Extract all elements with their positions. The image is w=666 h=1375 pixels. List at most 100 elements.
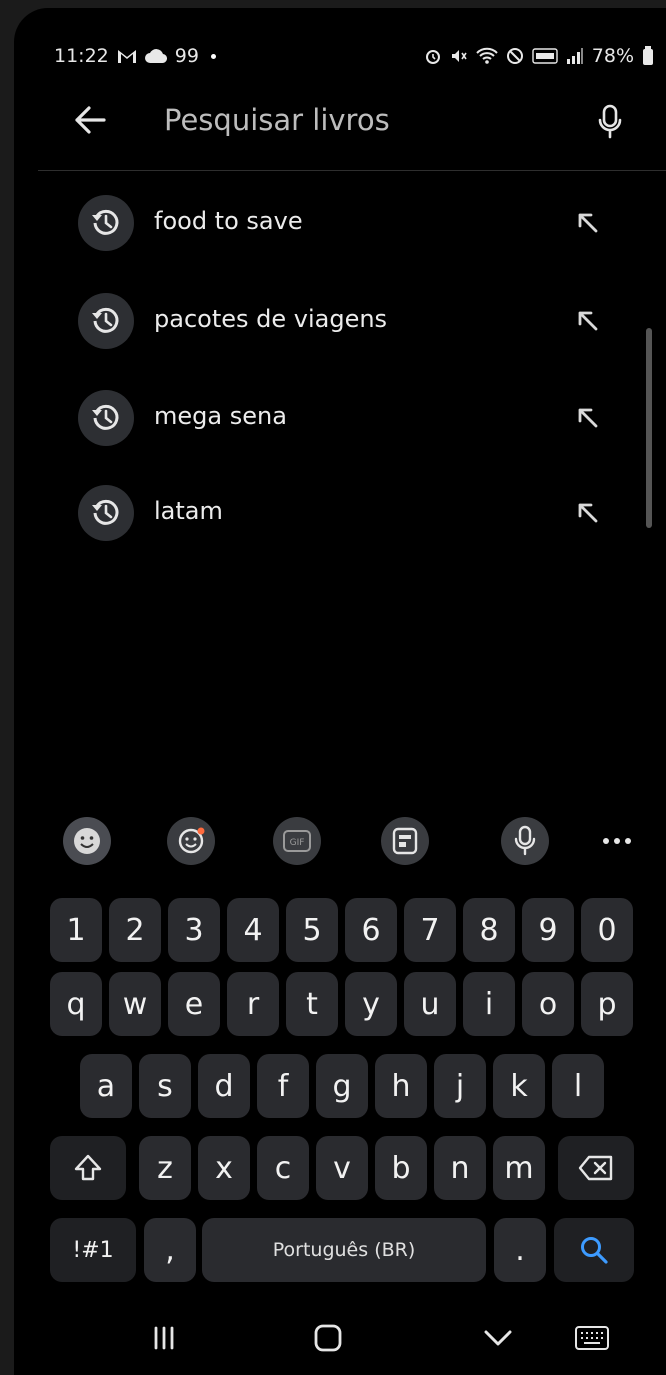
fill-query-arrow-icon[interactable] [572, 305, 604, 337]
emoji-toggle-button[interactable] [62, 816, 112, 866]
recents-button[interactable] [140, 1314, 188, 1362]
key[interactable]: y [345, 972, 397, 1036]
history-icon [78, 390, 134, 446]
arrow-left-icon [75, 106, 106, 134]
navigation-bar [14, 1304, 666, 1375]
status-count: 99 [174, 45, 199, 67]
microphone-icon [598, 104, 622, 139]
key[interactable]: f [257, 1054, 309, 1118]
key[interactable]: g [316, 1054, 368, 1118]
key[interactable]: 1 [50, 898, 102, 962]
shift-key[interactable] [50, 1136, 126, 1200]
key[interactable]: z [139, 1136, 191, 1200]
history-icon [78, 293, 134, 349]
key[interactable]: 5 [286, 898, 338, 962]
clipboard-icon [392, 827, 418, 855]
device-frame: 11:22 99 78% food to [0, 0, 666, 1375]
key[interactable]: p [581, 972, 633, 1036]
key[interactable]: j [434, 1054, 486, 1118]
mute-icon [451, 50, 467, 62]
sticker-button[interactable] [166, 816, 216, 866]
home-button[interactable] [304, 1314, 352, 1362]
key[interactable]: 2 [109, 898, 161, 962]
key[interactable]: 8 [463, 898, 515, 962]
status-bar: 11:22 99 78% [54, 36, 654, 76]
search-input[interactable] [164, 98, 564, 142]
suggestion-label: mega sena [154, 402, 287, 430]
key[interactable]: w [109, 972, 161, 1036]
key[interactable]: n [434, 1136, 486, 1200]
suggestion-item[interactable]: pacotes de viagens [14, 281, 666, 361]
key[interactable]: u [404, 972, 456, 1036]
key[interactable]: s [139, 1054, 191, 1118]
clipboard-button[interactable] [380, 816, 430, 866]
more-options-icon [603, 838, 631, 844]
key[interactable]: x [198, 1136, 250, 1200]
search-header [14, 88, 666, 166]
key[interactable]: o [522, 972, 574, 1036]
back-down-icon [484, 1330, 512, 1346]
status-right: 78% [424, 45, 654, 67]
key[interactable]: 4 [227, 898, 279, 962]
suggestion-label: food to save [154, 207, 303, 235]
key[interactable]: t [286, 972, 338, 1036]
scrollbar[interactable] [646, 328, 652, 528]
suggestion-item[interactable]: latam [14, 473, 666, 553]
home-icon [314, 1324, 342, 1352]
status-time: 11:22 [54, 45, 109, 67]
suggestion-item[interactable]: mega sena [14, 378, 666, 458]
key[interactable]: v [316, 1136, 368, 1200]
hide-keyboard-button[interactable] [474, 1314, 522, 1362]
space-key[interactable]: Português (BR) [202, 1218, 486, 1282]
wifi-icon [476, 47, 498, 64]
suggestion-label: latam [154, 497, 223, 525]
search-key[interactable] [554, 1218, 634, 1282]
volte-icon [532, 48, 558, 64]
signal-icon [566, 48, 583, 64]
keyboard: 1 2 3 4 5 6 7 8 9 0 q w e r t y u i o p … [36, 892, 648, 1288]
key[interactable]: m [493, 1136, 545, 1200]
key[interactable]: e [168, 972, 220, 1036]
key[interactable]: d [198, 1054, 250, 1118]
keyboard-switch-button[interactable] [568, 1314, 616, 1362]
emoji-toggle-icon [74, 828, 100, 854]
header-divider [38, 170, 666, 171]
status-left: 11:22 99 [54, 45, 216, 67]
fill-query-arrow-icon[interactable] [572, 402, 604, 434]
key[interactable]: l [552, 1054, 604, 1118]
history-icon [78, 485, 134, 541]
period-key[interactable]: . [494, 1218, 546, 1282]
key[interactable]: c [257, 1136, 309, 1200]
back-button[interactable] [68, 98, 112, 142]
fill-query-arrow-icon[interactable] [572, 207, 604, 239]
key[interactable]: a [80, 1054, 132, 1118]
gif-button[interactable]: GIF [272, 816, 322, 866]
fill-query-arrow-icon[interactable] [572, 497, 604, 529]
voice-search-button[interactable] [588, 98, 632, 146]
suggestion-item[interactable]: food to save [14, 183, 666, 263]
key[interactable]: 0 [581, 898, 633, 962]
battery-icon [643, 46, 653, 65]
key[interactable]: 7 [404, 898, 456, 962]
do-not-disturb-icon [506, 48, 523, 64]
key[interactable]: r [227, 972, 279, 1036]
key[interactable]: 9 [522, 898, 574, 962]
symbols-key[interactable]: !#1 [50, 1218, 136, 1282]
key[interactable]: k [493, 1054, 545, 1118]
cloud-icon [144, 49, 167, 64]
key[interactable]: 6 [345, 898, 397, 962]
key[interactable]: b [375, 1136, 427, 1200]
more-options-button[interactable] [592, 816, 642, 866]
screen: 11:22 99 78% food to [14, 8, 666, 1375]
key[interactable]: 3 [168, 898, 220, 962]
backspace-key[interactable] [558, 1136, 634, 1200]
suggestion-label: pacotes de viagens [154, 305, 388, 333]
key[interactable]: h [375, 1054, 427, 1118]
battery-text: 78% [591, 45, 634, 67]
key[interactable]: i [463, 972, 515, 1036]
gif-icon: GIF [283, 830, 311, 852]
voice-input-button[interactable] [500, 816, 550, 866]
key[interactable]: q [50, 972, 102, 1036]
keyboard-switch-icon [575, 1326, 609, 1350]
comma-key[interactable]: , [144, 1218, 196, 1282]
